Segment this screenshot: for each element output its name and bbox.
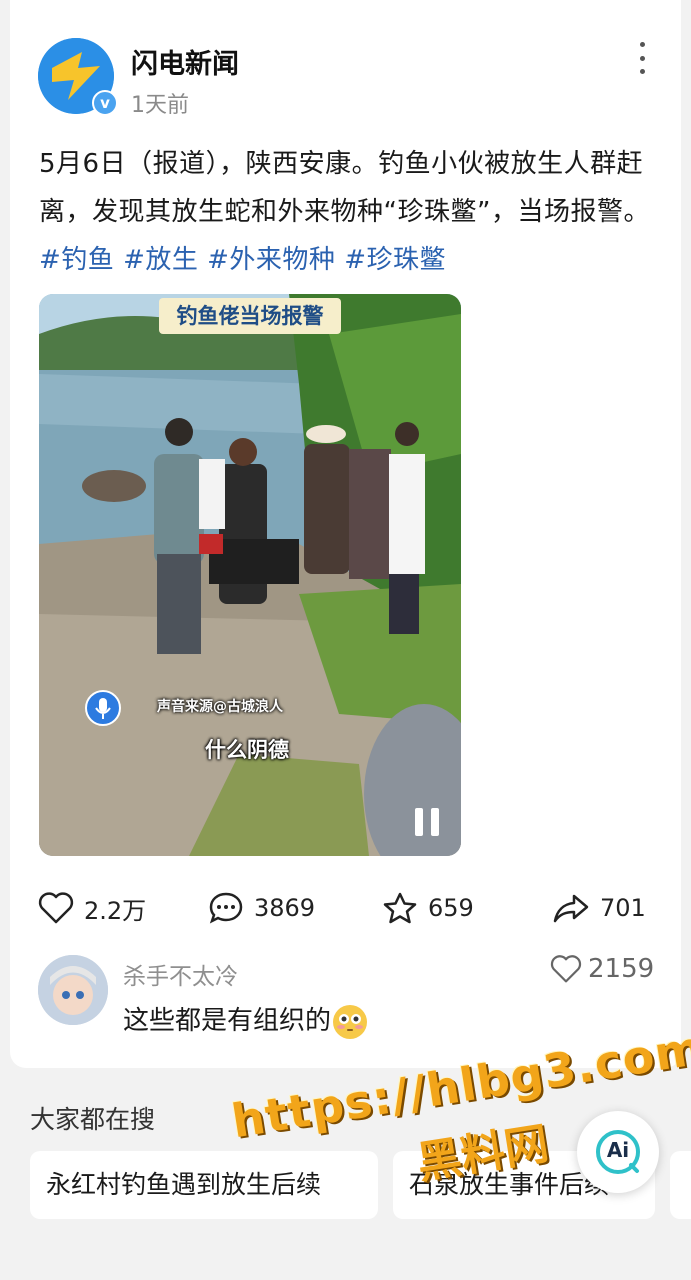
video-frame <box>39 294 461 856</box>
favorite-button[interactable]: 659 <box>382 888 474 928</box>
video-player[interactable]: 钓鱼佬当场报警 声音来源@古城浪人 什么阴德 <box>39 294 461 856</box>
microphone-icon <box>85 690 121 726</box>
favorite-count: 659 <box>428 894 474 922</box>
hashtag-release[interactable]: #放生 <box>123 245 198 275</box>
post-card: v 闪电新闻 1天前 5月6日（报道），陕西安康。钓鱼小伙被放生人群赶离，发现其… <box>10 0 681 1068</box>
pause-icon[interactable] <box>413 808 441 836</box>
comment-like-button[interactable]: 2159 <box>550 954 654 984</box>
post-body: 5月6日（报道），陕西安康。钓鱼小伙被放生人群赶离，发现其放生蛇和外来物种“珍珠… <box>39 140 651 284</box>
flushed-face-emoji-icon <box>333 1004 368 1039</box>
ai-label: Ai <box>606 1138 630 1162</box>
bottom-bar <box>0 1258 691 1280</box>
author-name[interactable]: 闪电新闻 <box>131 42 239 81</box>
hashtag-pearl-turtle[interactable]: #珍珠鳖 <box>344 245 446 275</box>
commenter-name[interactable]: 杀手不太冷 <box>123 957 238 991</box>
share-button[interactable]: 701 <box>552 888 646 928</box>
comment-button[interactable]: 3869 <box>208 888 315 928</box>
post-text: 5月6日（报道），陕西安康。钓鱼小伙被放生人群赶离，发现其放生蛇和外来物种“珍珠… <box>39 149 650 227</box>
comment-like-count: 2159 <box>588 954 655 984</box>
comment-count: 3869 <box>254 894 316 922</box>
video-banner: 钓鱼佬当场报警 <box>159 298 341 334</box>
like-button[interactable]: 2.2万 <box>38 888 146 928</box>
action-bar: 2.2万 3869 659 701 <box>10 888 681 928</box>
commenter-avatar[interactable] <box>38 955 108 1025</box>
ai-assistant-button[interactable]: Ai <box>577 1111 659 1193</box>
share-icon <box>553 894 589 923</box>
trending-item-1[interactable]: 永红村钓鱼遇到放生后续 <box>30 1151 378 1219</box>
comment-text: 这些都是有组织的 <box>123 1000 368 1039</box>
trending-item-3[interactable] <box>670 1151 691 1219</box>
star-icon <box>383 892 417 924</box>
hashtag-fishing[interactable]: #钓鱼 <box>39 245 114 275</box>
heart-icon <box>38 892 74 924</box>
like-count: 2.2万 <box>84 896 147 925</box>
verified-badge-icon: v <box>92 90 118 116</box>
more-options-icon[interactable] <box>630 42 654 74</box>
trending-title: 大家都在搜 <box>30 1105 156 1134</box>
heart-icon <box>550 955 582 983</box>
video-subtitle: 什么阴德 <box>205 738 289 762</box>
audio-source-credit: 声音来源@古城浪人 <box>157 699 283 715</box>
comment-icon <box>209 892 243 924</box>
hashtag-invasive-species[interactable]: #外来物种 <box>207 245 335 275</box>
comment-body: 这些都是有组织的 <box>123 1006 332 1036</box>
post-time: 1天前 <box>131 93 189 118</box>
share-count: 701 <box>600 894 646 922</box>
